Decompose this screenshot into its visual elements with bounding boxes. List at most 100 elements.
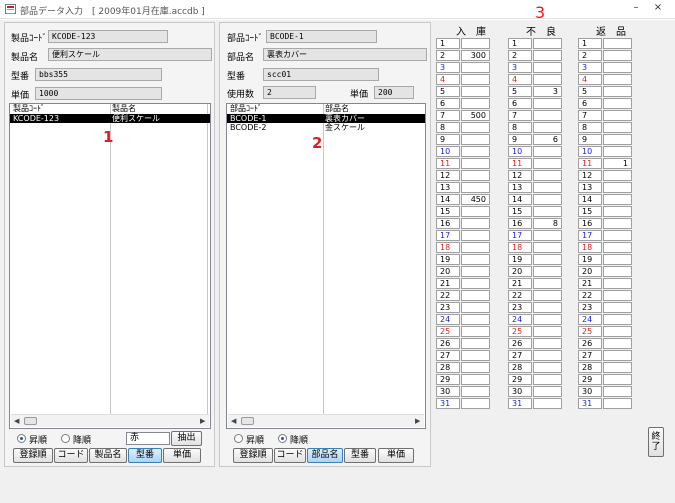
quantity-cell[interactable] [533,110,562,121]
quantity-cell[interactable] [533,242,562,253]
quantity-cell[interactable] [603,134,632,145]
part-list-row[interactable]: BCODE-1 裏表カバー [227,114,425,123]
part-list-hscrollbar[interactable]: ◀ ▶ [228,414,424,427]
quantity-cell[interactable] [533,158,562,169]
part-list-header-code[interactable]: 部品ｺｰﾄﾞ [230,104,262,114]
quantity-cell[interactable] [533,350,562,361]
quantity-cell[interactable] [461,134,490,145]
quantity-cell[interactable] [603,278,632,289]
quantity-cell[interactable] [603,74,632,85]
quantity-cell[interactable]: 8 [533,218,562,229]
quantity-cell[interactable] [533,386,562,397]
quantity-cell[interactable] [461,302,490,313]
quantity-cell[interactable] [461,98,490,109]
product-sort-by-registration-button[interactable]: 登録順 [13,448,53,463]
product-name-field[interactable]: 便利スケール [48,48,212,61]
quantity-cell[interactable] [603,290,632,301]
part-sort-by-name-button[interactable]: 部品名 [307,448,343,463]
quantity-cell[interactable] [603,338,632,349]
quantity-cell[interactable] [461,338,490,349]
quantity-cell[interactable] [603,362,632,373]
product-extract-button[interactable]: 抽出 [171,431,202,446]
quantity-cell[interactable] [603,218,632,229]
quantity-cell[interactable]: 1 [603,158,632,169]
quantity-cell[interactable] [461,326,490,337]
scroll-right-icon[interactable]: ▶ [200,417,205,425]
quantity-cell[interactable] [533,74,562,85]
quantity-cell[interactable] [533,362,562,373]
quantity-cell[interactable] [533,182,562,193]
close-button[interactable]: × [651,2,665,13]
part-sort-by-code-button[interactable]: コード [274,448,306,463]
quantity-cell[interactable] [603,266,632,277]
quantity-cell[interactable] [461,314,490,325]
quantity-cell[interactable] [603,386,632,397]
quantity-cell[interactable] [603,86,632,97]
quantity-cell[interactable] [461,278,490,289]
quantity-cell[interactable] [461,38,490,49]
scroll-left-icon[interactable]: ◀ [231,417,236,425]
minimize-button[interactable]: – [629,2,643,13]
quantity-cell[interactable] [533,98,562,109]
quantity-cell[interactable] [533,146,562,157]
quantity-cell[interactable] [461,398,490,409]
quantity-cell[interactable] [533,302,562,313]
quantity-cell[interactable] [603,146,632,157]
part-code-field[interactable]: BCODE-1 [266,30,377,43]
product-list-hscrollbar[interactable]: ◀ ▶ [11,414,209,427]
scroll-thumb[interactable] [241,417,254,425]
quantity-cell[interactable] [533,278,562,289]
part-sort-asc-radio[interactable] [234,434,243,443]
quantity-cell[interactable] [533,398,562,409]
quantity-cell[interactable] [603,182,632,193]
part-sort-by-registration-button[interactable]: 登録順 [233,448,273,463]
quantity-cell[interactable] [603,98,632,109]
quantity-cell[interactable] [603,350,632,361]
quantity-cell[interactable]: 500 [461,110,490,121]
quantity-cell[interactable] [603,326,632,337]
quantity-cell[interactable] [461,254,490,265]
quantity-cell[interactable] [461,206,490,217]
quantity-cell[interactable] [603,122,632,133]
quantity-cell[interactable] [461,230,490,241]
quantity-cell[interactable] [603,242,632,253]
quantity-cell[interactable] [533,338,562,349]
quantity-cell[interactable] [461,350,490,361]
quantity-cell[interactable] [461,62,490,73]
product-code-field[interactable]: KCODE-123 [48,30,168,43]
quantity-cell[interactable] [603,398,632,409]
quantity-cell[interactable]: 450 [461,194,490,205]
product-list-header-name[interactable]: 製品名 [112,104,136,114]
quantity-cell[interactable] [461,266,490,277]
product-list-row[interactable]: KCODE-123 便利スケール [10,114,210,123]
quantity-cell[interactable] [461,374,490,385]
product-sort-by-price-button[interactable]: 単価 [163,448,201,463]
quantity-cell[interactable]: 6 [533,134,562,145]
quantity-cell[interactable] [461,290,490,301]
quantity-cell[interactable] [461,386,490,397]
part-price-field[interactable]: 200 [374,86,414,99]
quantity-cell[interactable] [461,86,490,97]
quantity-cell[interactable] [533,326,562,337]
quantity-cell[interactable] [533,266,562,277]
quantity-cell[interactable] [603,230,632,241]
quantity-cell[interactable] [461,122,490,133]
product-sort-by-name-button[interactable]: 製品名 [89,448,127,463]
part-sort-by-price-button[interactable]: 単価 [378,448,414,463]
exit-button[interactable]: 終了 [648,427,664,457]
product-sort-asc-radio[interactable] [17,434,26,443]
quantity-cell[interactable] [603,374,632,385]
scroll-left-icon[interactable]: ◀ [14,417,19,425]
part-qty-field[interactable]: 2 [263,86,316,99]
part-list[interactable]: 部品ｺｰﾄﾞ 部品名 BCODE-1 裏表カバー BCODE-2 金スケール 2… [226,103,426,429]
quantity-cell[interactable] [533,170,562,181]
scroll-right-icon[interactable]: ▶ [415,417,420,425]
product-filter-input[interactable]: 赤 [126,432,170,445]
product-sort-by-code-button[interactable]: コード [54,448,88,463]
quantity-cell[interactable] [533,38,562,49]
part-model-field[interactable]: scc01 [263,68,379,81]
quantity-cell[interactable] [461,146,490,157]
quantity-cell[interactable] [533,50,562,61]
product-list[interactable]: 製品ｺｰﾄﾞ 製品名 KCODE-123 便利スケール 1 ◀ ▶ [9,103,211,429]
quantity-cell[interactable] [603,110,632,121]
